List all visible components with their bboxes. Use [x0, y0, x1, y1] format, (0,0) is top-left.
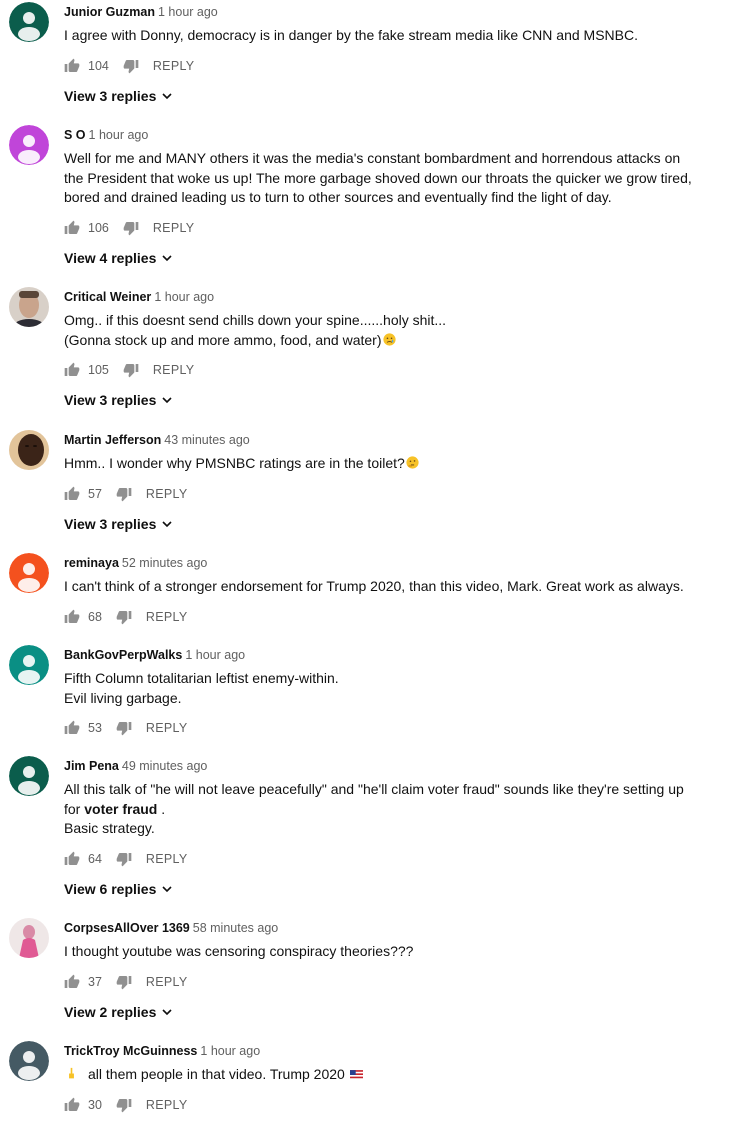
comment-text: Fifth Column totalitarian leftist enemy-…: [64, 670, 339, 706]
comment-text: I agree with Donny, democracy is in dang…: [64, 27, 638, 43]
like-count: 68: [88, 609, 102, 624]
thumbs-down-icon[interactable]: [116, 851, 132, 867]
reply-button[interactable]: REPLY: [153, 363, 195, 377]
reply-button[interactable]: REPLY: [153, 221, 195, 235]
hashtag-link[interactable]: voter fraud: [84, 801, 157, 817]
reply-button[interactable]: REPLY: [146, 610, 188, 624]
comment-author[interactable]: Critical Weiner: [64, 290, 151, 304]
avatar[interactable]: [9, 2, 49, 42]
view-replies-button[interactable]: View 2 replies: [64, 1002, 706, 1022]
like-count: 64: [88, 851, 102, 866]
thumbs-up-icon[interactable]: [64, 486, 80, 502]
chevron-down-icon: [162, 254, 172, 261]
reply-button[interactable]: REPLY: [146, 1098, 188, 1112]
view-replies-button[interactable]: View 3 replies: [64, 390, 706, 410]
comment-time[interactable]: 1 hour ago: [185, 648, 245, 662]
thumbs-up-icon[interactable]: [64, 609, 80, 625]
like-count: 57: [88, 486, 102, 501]
like-count: 106: [88, 220, 109, 235]
thumbs-up-icon[interactable]: [64, 851, 80, 867]
comment-time[interactable]: 58 minutes ago: [193, 921, 278, 935]
chevron-down-icon: [162, 92, 172, 99]
chevron-down-icon: [162, 520, 172, 527]
avatar[interactable]: [9, 645, 49, 685]
comment-text: all them people in that video. Trump 202…: [64, 1065, 706, 1085]
comment-author[interactable]: reminaya: [64, 556, 119, 570]
chevron-down-icon: [162, 397, 172, 404]
thumbs-up-icon[interactable]: [64, 362, 80, 378]
comment-author[interactable]: Jim Pena: [64, 759, 119, 773]
comment-time[interactable]: 49 minutes ago: [122, 759, 207, 773]
comment-text: Hmm.. I wonder why PMSNBC ratings are in…: [64, 454, 706, 474]
comment-time[interactable]: 1 hour ago: [89, 128, 149, 142]
thumbs-down-icon[interactable]: [116, 720, 132, 736]
thumbs-down-icon[interactable]: [116, 609, 132, 625]
comment-author[interactable]: BankGovPerpWalks: [64, 648, 182, 662]
avatar[interactable]: [9, 125, 49, 165]
avatar[interactable]: [9, 918, 49, 958]
view-replies-button[interactable]: View 3 replies: [64, 86, 706, 106]
comment-author[interactable]: S O: [64, 128, 86, 142]
chevron-down-icon: [162, 1008, 172, 1015]
avatar[interactable]: [9, 1041, 49, 1081]
comment-author[interactable]: Martin Jefferson: [64, 433, 161, 447]
view-replies-button[interactable]: View 4 replies: [64, 248, 706, 268]
thumbs-up-icon[interactable]: [64, 974, 80, 990]
comment-text: All this talk of "he will not leave peac…: [64, 781, 684, 836]
comment-author[interactable]: TrickTroy McGuinness: [64, 1044, 197, 1058]
like-count: 105: [88, 363, 109, 377]
reply-button[interactable]: REPLY: [146, 487, 188, 501]
comment-text: Well for me and MANY others it was the m…: [64, 150, 692, 205]
comment-time[interactable]: 1 hour ago: [158, 5, 218, 19]
avatar[interactable]: [9, 553, 49, 593]
thumbs-down-icon[interactable]: [116, 486, 132, 502]
reply-button[interactable]: REPLY: [146, 975, 188, 989]
avatar[interactable]: [9, 756, 49, 796]
thumbs-up-icon[interactable]: [64, 58, 80, 74]
comment-text: I can't think of a stronger endorsement …: [64, 578, 684, 594]
like-count: 30: [88, 1097, 102, 1112]
thinking-face-emoji-icon: [406, 456, 419, 469]
view-replies-button[interactable]: View 3 replies: [64, 514, 706, 534]
reply-button[interactable]: REPLY: [146, 721, 188, 735]
comment-author[interactable]: CorpsesAllOver 1369: [64, 921, 190, 935]
pointing-hand-emoji-icon: [69, 1067, 74, 1079]
sad-face-emoji-icon: [382, 332, 396, 346]
thumbs-up-icon[interactable]: [64, 220, 80, 236]
avatar[interactable]: [9, 430, 49, 470]
thumbs-down-icon[interactable]: [123, 362, 139, 378]
us-flag-icon: [349, 1070, 363, 1080]
thumbs-down-icon[interactable]: [123, 220, 139, 236]
comment-time[interactable]: 1 hour ago: [154, 290, 214, 304]
thumbs-down-icon[interactable]: [123, 58, 139, 74]
thumbs-up-icon[interactable]: [64, 720, 80, 736]
like-count: 104: [88, 58, 109, 73]
reply-button[interactable]: REPLY: [146, 852, 188, 866]
avatar[interactable]: [9, 287, 49, 327]
chevron-down-icon: [162, 885, 172, 892]
thumbs-down-icon[interactable]: [116, 974, 132, 990]
comment-text: Omg.. if this doesnt send chills down yo…: [64, 312, 447, 348]
like-count: 37: [88, 974, 102, 989]
like-count: 53: [88, 721, 102, 735]
comment-time[interactable]: 1 hour ago: [200, 1044, 260, 1058]
thumbs-up-icon[interactable]: [64, 1097, 80, 1113]
thumbs-down-icon[interactable]: [116, 1097, 132, 1113]
view-replies-button[interactable]: View 6 replies: [64, 879, 706, 899]
comment-text: I thought youtube was censoring conspira…: [64, 943, 414, 959]
comment-time[interactable]: 43 minutes ago: [164, 433, 249, 447]
comment-author[interactable]: Junior Guzman: [64, 5, 155, 19]
comment-time[interactable]: 52 minutes ago: [122, 556, 207, 570]
reply-button[interactable]: REPLY: [153, 59, 195, 73]
